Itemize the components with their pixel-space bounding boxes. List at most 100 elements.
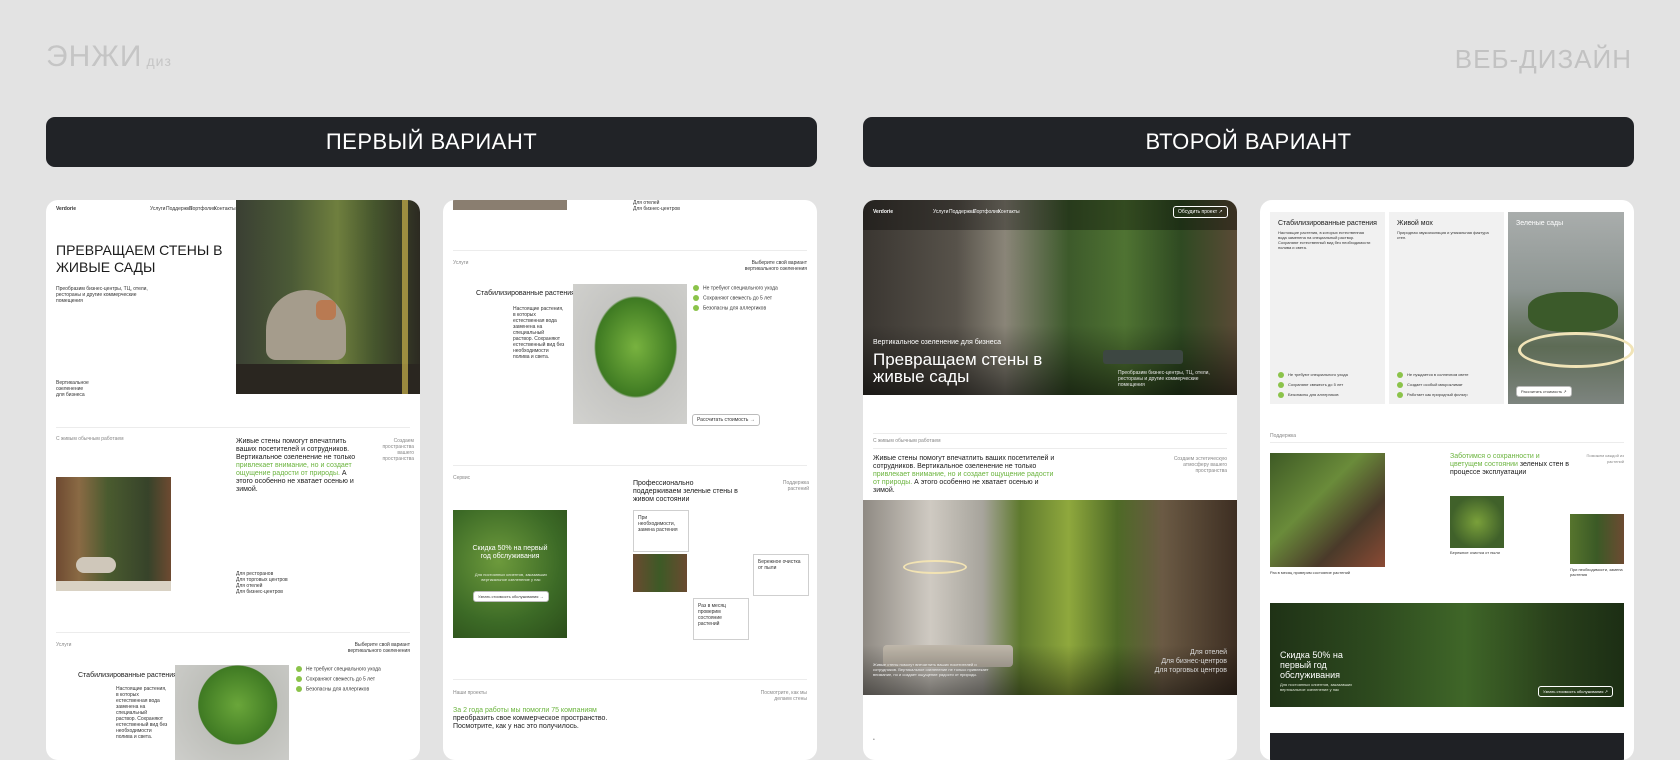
service-card-title: Стабилизированные растения [1278,220,1377,227]
support-card-text: Раз в месяц проверим состояние растений [698,603,726,627]
variant-two-header: ВТОРОЙ ВАРИАНТ [863,117,1634,167]
promo-subtitle: Для постоянных клиентов, заказавших верт… [474,572,548,582]
calculate-cost-button[interactable]: Рассчитать стоимость → [692,414,760,426]
nav-logo[interactable]: Verdorie [56,206,76,212]
footer-dark-strip [1270,733,1624,760]
support-caption: При необходимости, замена растения [1570,567,1623,577]
hero-kicker: Вертикальное озеленение для бизнеса [873,339,1001,346]
variant-one-header: ПЕРВЫЙ ВАРИАНТ [46,117,817,167]
service-point-text: Безопасны для аллергиков [1288,392,1339,398]
meditation-room-image [56,477,171,591]
section-label: С живым обычным работаем [873,438,941,444]
service-point: Работает как природный фильтр [1397,392,1468,398]
moss-arch-image [573,284,687,424]
promo-title: Скидка 50% на первый год обслуживания [1280,650,1343,680]
portfolio-text: За 2 года работы мы помогли 75 компаниям… [453,707,613,731]
list-item: Для бизнес-центров [633,206,680,212]
restaurant-image [1270,453,1385,567]
variant-one-page-a: Verdorie Услуги Поддержка Портфолио Конт… [46,200,420,760]
intro-text-a: Живые стены помогут впечатлить ваших пос… [873,455,1055,470]
service-point: Не требуют специального ухода [1278,372,1348,378]
image-caption: Живые стены помогут впечатлить ваших пос… [873,662,989,677]
service-point: Сохраняют свежесть до 5 лет [693,295,772,301]
nav-item-portfolio[interactable]: Портфолио [189,206,216,212]
support-card: Бережное очистка от пыли [753,554,809,596]
support-card-image [633,554,687,592]
tagline: ВЕБ-ДИЗАЙН [1454,44,1632,74]
logo-text: ЭНЖИ [46,40,143,73]
service-point-text: Не требуют специального ухода [703,285,778,292]
service-card-moss[interactable]: Живой мох Природная звукоизоляция и уник… [1389,212,1504,404]
service-point: Не требуют специального ухода [296,666,381,672]
discuss-project-button[interactable]: Обсудить проект ↗ [1173,206,1228,218]
service-card-desc: Природная звукоизоляция и уникальная фак… [1397,230,1489,240]
service-point: Сохраняют свежесть до 5 лет [296,676,375,682]
section-right-note: Создаем пространства вашего пространства [382,438,414,462]
section-label: Наши проекты [453,690,487,696]
support-title: Заботимся о сохранности и цветущем состо… [1450,453,1570,477]
section-divider [56,632,410,633]
logo-sub: диз [146,53,172,69]
nav-item-services[interactable]: Услуги [933,209,948,215]
promo-button[interactable]: Узнать стоимость обслуживания ↗ [1538,686,1613,697]
brand-logo: ЭНЖИ диз [46,40,172,74]
support-card: Раз в месяц проверим состояние растений [693,598,749,640]
hero-subtitle: Преобразим бизнес-центры, ТЦ, отели, рес… [56,286,148,304]
section-label: • [873,737,875,743]
service-point: Безопасны для аллергиков [693,305,766,311]
intro-text-green: привлекает внимание, но и создает ощущен… [236,462,352,477]
portfolio-text-green: За 2 года работы мы помогли 75 компаниям [453,707,597,714]
service-card-stabilized[interactable]: Стабилизированные растения Настоящие рас… [1270,212,1385,404]
service-point-text: Работает как природный фильтр [1407,392,1468,398]
nav-item-portfolio[interactable]: Портфолио [973,209,1000,215]
hero-title: ПРЕВРАЩАЕМ СТЕНЫ В ЖИВЫЕ САДЫ [56,242,223,275]
intro-text-a: Живые стены помогут впечатлить ваших пос… [236,438,356,461]
service-point-text: Не требуют специального ухода [306,666,381,673]
hero-side-note: Вертикальное озеленение для бизнеса [56,380,89,398]
section-right-note: Поможем каждой из растений [1586,453,1624,464]
service-point: Не требуют специального ухода [693,285,778,291]
calculate-cost-button[interactable]: Рассчитать стоимость ↗ [1516,386,1572,397]
support-card-text: При необходимости, замена растения [638,515,678,533]
intro-text: Живые стены помогут впечатлить ваших пос… [236,438,356,494]
intro-text: Живые стены помогут впечатлить ваших пос… [873,455,1058,495]
promo-subtitle: Для постоянных клиентов, заказавших верт… [1280,682,1353,692]
support-image-small [1450,496,1504,548]
service-point-text: Сохраняют свежесть до 5 лет [306,676,375,683]
section-divider [56,427,410,428]
service-point: Создает особый микроклимат [1397,382,1463,388]
service-card-title: Зеленые сады [1516,220,1564,227]
support-title: Профессионально поддерживаем зеленые сте… [633,480,738,503]
support-image-small [1570,514,1624,564]
section-divider [873,433,1227,434]
nav-item-support[interactable]: Поддержка [949,209,975,215]
support-caption: Раз в месяц проверим состояние растений [1270,570,1351,575]
section-divider [1270,442,1624,443]
variant-two-page-b: Стабилизированные растения Настоящие рас… [1260,200,1634,760]
nav-item-contacts[interactable]: Контакты [998,209,1020,215]
list-item: Для бизнес-центров [1161,658,1227,665]
service-desc: Настоящие растения, в которых естественн… [116,686,168,740]
section-divider [873,448,1227,449]
section-right-note: Выберите свой вариант вертикального озел… [347,642,410,654]
nav-item-services[interactable]: Услуги [150,206,165,212]
hero-subtitle: Преобразим бизнес-центры, ТЦ, отели, рес… [1118,370,1210,388]
nav-logo[interactable]: Verdorie [873,209,893,215]
list-item: Для торговых центров [1154,667,1227,674]
service-card-gardens[interactable]: Зеленые сады Рассчитать стоимость ↗ [1508,212,1634,404]
promo-button[interactable]: Узнать стоимость обслуживания → [473,591,549,602]
support-caption: Бережное очистка от пыли [1450,550,1500,555]
hero-title: Превращаем стены в живые сады [873,350,1043,386]
section-divider [453,250,807,251]
section-label: С живым обычным работаем [56,436,124,442]
section-divider [453,465,807,466]
section-label: Сервис [453,475,471,481]
promo-title: Скидка 50% на первый год обслуживания [472,545,548,560]
service-point: Не нуждается в солнечном свете [1397,372,1468,378]
nav-item-contacts[interactable]: Контакты [214,206,236,212]
service-card-desc: Настоящие растения, в которых естественн… [1278,230,1371,250]
section-label: Услуги [453,260,469,266]
top-image-crop [453,200,567,210]
support-card: При необходимости, замена растения [633,510,689,552]
service-point: Сохраняют свежесть до 5 лет [1278,382,1343,388]
